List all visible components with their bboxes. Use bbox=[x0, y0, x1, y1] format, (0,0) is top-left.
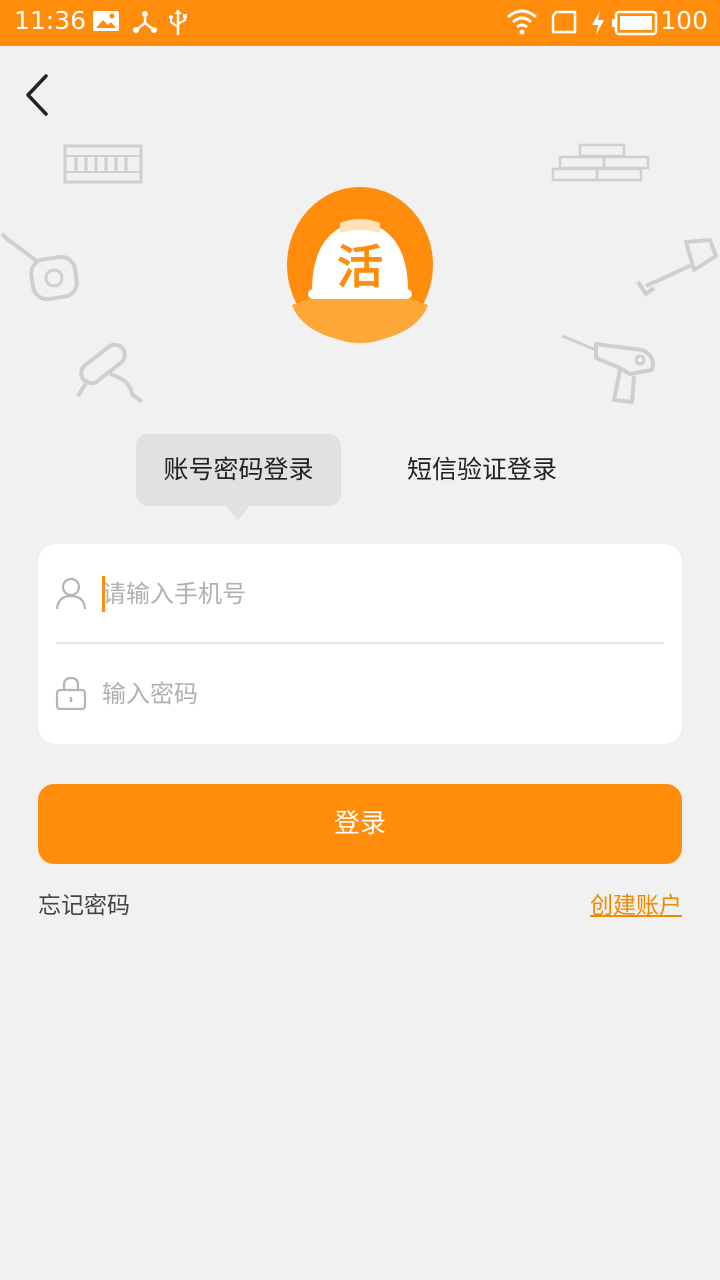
bricks-icon bbox=[551, 143, 650, 182]
usb-icon bbox=[169, 10, 187, 35]
helmet-logo-icon: 活 bbox=[286, 187, 434, 345]
shovel-icon bbox=[636, 238, 718, 297]
drill-icon bbox=[561, 334, 655, 404]
app-logo: 活 bbox=[286, 187, 434, 345]
status-time: 11:36 bbox=[14, 6, 87, 35]
phone-input[interactable]: 请输入手机号 bbox=[102, 570, 642, 618]
lock-icon bbox=[55, 676, 87, 710]
chevron-left-icon bbox=[26, 74, 48, 116]
battery-icon bbox=[612, 10, 658, 36]
login-form-card: 请输入手机号 输入密码 bbox=[38, 544, 682, 744]
tab-sms-login[interactable]: 短信验证登录 bbox=[390, 434, 574, 506]
share-icon bbox=[133, 11, 157, 33]
wifi-icon bbox=[507, 9, 537, 35]
status-bar: 11:36 100 bbox=[0, 0, 720, 46]
user-icon bbox=[55, 577, 87, 610]
battery-level: 100 bbox=[660, 6, 708, 35]
paint-roller-icon bbox=[76, 342, 144, 404]
tab-indicator-arrow bbox=[226, 506, 250, 520]
tab-password-login[interactable]: 账号密码登录 bbox=[136, 434, 341, 520]
charging-icon bbox=[592, 11, 604, 35]
tab-sms-login-label: 短信验证登录 bbox=[406, 455, 557, 484]
password-field[interactable]: 输入密码 bbox=[38, 644, 682, 744]
tab-password-login-label: 账号密码登录 bbox=[163, 455, 314, 484]
tape-measure-icon bbox=[0, 232, 79, 302]
level-ruler-icon bbox=[63, 144, 143, 184]
image-icon bbox=[93, 11, 119, 31]
password-input[interactable]: 输入密码 bbox=[102, 670, 642, 718]
back-button[interactable] bbox=[18, 70, 62, 120]
phone-field[interactable]: 请输入手机号 bbox=[38, 544, 682, 644]
create-account-link[interactable]: 创建账户 bbox=[590, 886, 682, 920]
logo-char: 活 bbox=[337, 240, 383, 294]
sim-icon bbox=[551, 10, 577, 34]
forgot-password-link[interactable]: 忘记密码 bbox=[38, 886, 130, 920]
login-button[interactable]: 登录 bbox=[38, 784, 682, 864]
